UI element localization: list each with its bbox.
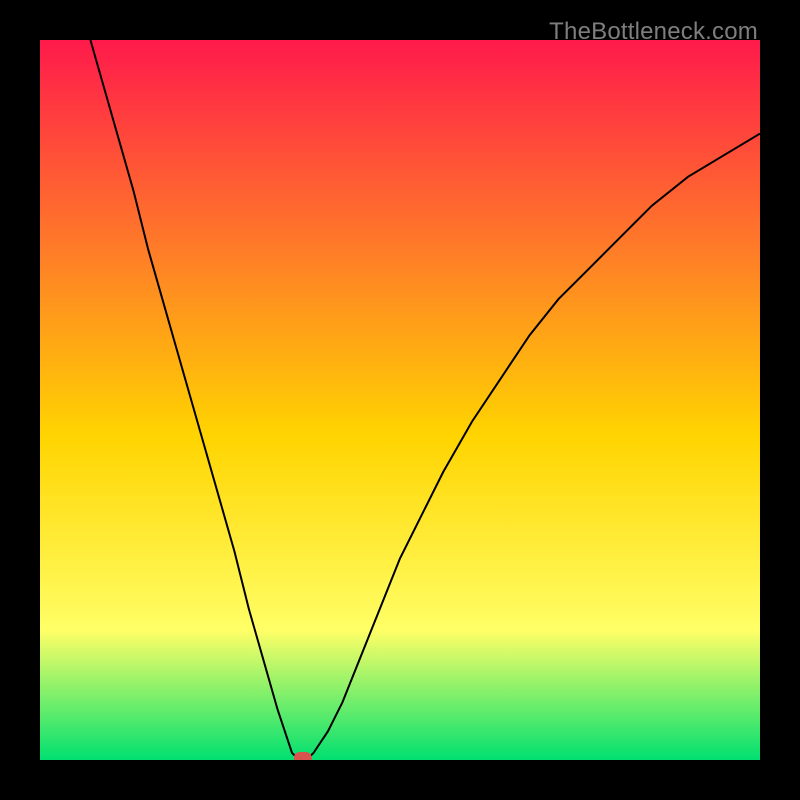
chart-frame: TheBottleneck.com bbox=[0, 0, 800, 800]
gradient-background bbox=[40, 40, 760, 760]
optimal-point-marker bbox=[294, 752, 312, 760]
chart-svg bbox=[40, 40, 760, 760]
plot-area bbox=[40, 40, 760, 760]
